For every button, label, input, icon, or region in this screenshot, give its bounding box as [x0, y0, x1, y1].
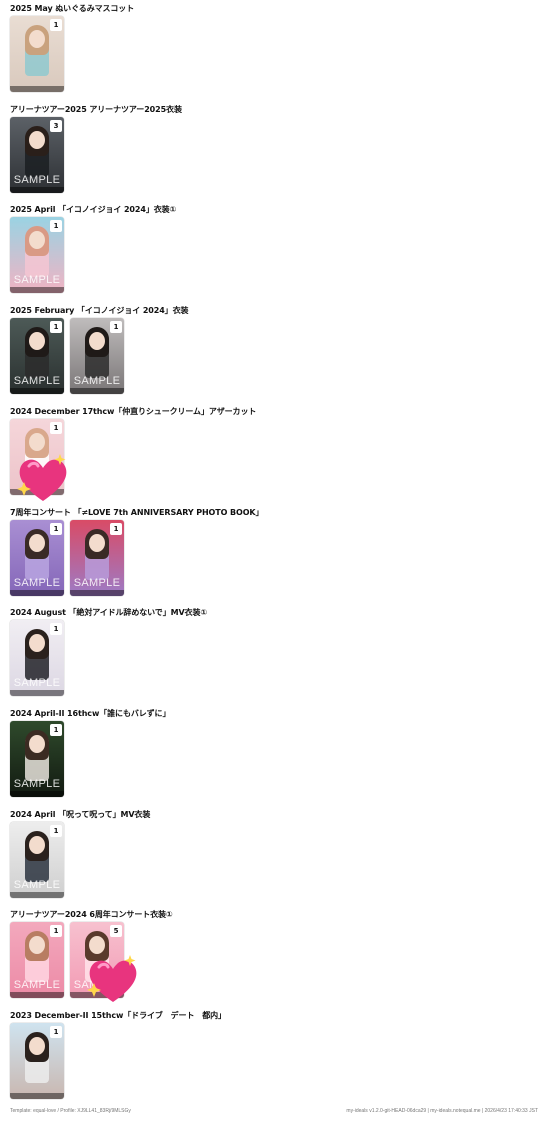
sample-watermark: SAMPLE — [13, 274, 61, 286]
sample-watermark: SAMPLE — [73, 577, 121, 589]
member-face — [29, 231, 45, 249]
member-name-strip — [10, 690, 64, 696]
sample-watermark: SAMPLE — [13, 677, 61, 689]
photo-card[interactable]: 1 — [10, 1023, 64, 1099]
member-name-strip — [70, 388, 124, 394]
quantity-badge: 1 — [50, 623, 62, 635]
quantity-badge: 1 — [50, 925, 62, 937]
quantity-badge: 5 — [110, 925, 122, 937]
collection-section: 2023 December-II 15thcw「ドライブ デート 都内」 1 — [10, 1010, 540, 1099]
photo-card[interactable]: SAMPLE 1 — [10, 922, 64, 998]
section-title: 2024 April-II 16thcw「誰にもバレずに」 — [10, 709, 171, 718]
collection-section: アリーナツアー2025 アリーナツアー2025衣装 SAMPLE 3 — [10, 104, 540, 193]
photo-card[interactable]: SAMPLE 1 — [10, 721, 64, 797]
member-face — [29, 534, 45, 552]
sample-watermark: SAMPLE — [13, 979, 61, 991]
photo-card[interactable]: SAMPLE 1 — [10, 620, 64, 696]
quantity-badge: 3 — [50, 120, 62, 132]
member-face — [89, 332, 105, 350]
member-face — [29, 735, 45, 753]
section-title: 2024 August 「絶対アイドル辞めないで」MV衣装① — [10, 608, 208, 617]
member-name-strip — [10, 992, 64, 998]
collection-section: 2024 April 「呪って呪って」MV衣装 SAMPLE 1 — [10, 809, 540, 898]
sample-watermark: SAMPLE — [13, 375, 61, 387]
section-title: 2025 May ぬいぐるみマスコット — [10, 4, 135, 13]
quantity-badge: 1 — [110, 321, 122, 333]
section-title: アリーナツアー2024 6周年コンサート衣装① — [10, 910, 173, 919]
member-face — [89, 534, 105, 552]
member-name-strip — [70, 590, 124, 596]
quantity-badge: 1 — [50, 422, 62, 434]
quantity-badge: 1 — [50, 19, 62, 31]
member-face — [29, 1037, 45, 1055]
collection-section: 2024 August 「絶対アイドル辞めないで」MV衣装① SAMPLE 1 — [10, 607, 540, 696]
photo-card[interactable]: 1 — [10, 16, 64, 92]
member-name-strip — [10, 287, 64, 293]
member-name-strip — [10, 86, 64, 92]
member-face — [29, 936, 45, 954]
footer-template-info: Template: equal-love / Profile: XJ9LL41_… — [10, 1108, 131, 1114]
quantity-badge: 1 — [50, 321, 62, 333]
photo-card[interactable]: SAMPLE 1 — [70, 318, 124, 394]
section-title: 2025 April 「イコノイジョイ 2024」衣装① — [10, 205, 177, 214]
member-face — [29, 634, 45, 652]
photo-card[interactable]: 1 — [10, 419, 64, 495]
member-face — [29, 30, 45, 48]
member-name-strip — [10, 892, 64, 898]
member-name-strip — [10, 388, 64, 394]
photo-card[interactable]: SAMPLE 1 — [10, 217, 64, 293]
sample-watermark: SAMPLE — [13, 577, 61, 589]
sample-watermark: SAMPLE — [13, 778, 61, 790]
collection-section: 7周年コンサート 「≠LOVE 7th ANNIVERSARY PHOTO BO… — [10, 507, 540, 596]
photo-card[interactable]: SAMPLE 1 — [10, 822, 64, 898]
collection-section: 2024 December 17thcw「仲直りシュークリーム」アザーカット 1 — [10, 406, 540, 495]
section-title: 2024 April 「呪って呪って」MV衣装 — [10, 810, 151, 819]
collection-section: 2025 May ぬいぐるみマスコット 1 — [10, 3, 540, 92]
member-name-strip — [70, 992, 124, 998]
photo-card[interactable]: SAMPLE 1 — [70, 520, 124, 596]
photo-card[interactable]: SAMPLE 1 — [10, 520, 64, 596]
sample-watermark: SAMPLE — [13, 879, 61, 891]
quantity-badge: 1 — [50, 825, 62, 837]
photo-card[interactable]: SAMPLE 3 — [10, 117, 64, 193]
member-face — [29, 836, 45, 854]
photo-card[interactable]: SAMPLE 5 — [70, 922, 124, 998]
sample-watermark: SAMPLE — [73, 979, 121, 991]
sample-watermark: SAMPLE — [73, 375, 121, 387]
member-name-strip — [10, 590, 64, 596]
collection-section: 2024 April-II 16thcw「誰にもバレずに」 SAMPLE 1 — [10, 708, 540, 797]
collection-section: 2025 April 「イコノイジョイ 2024」衣装① SAMPLE 1 — [10, 204, 540, 293]
section-title: 2024 December 17thcw「仲直りシュークリーム」アザーカット — [10, 407, 257, 416]
sparkle-icon — [124, 955, 136, 966]
member-name-strip — [10, 187, 64, 193]
member-face — [29, 433, 45, 451]
quantity-badge: 1 — [50, 1026, 62, 1038]
member-name-strip — [10, 1093, 64, 1099]
sample-watermark: SAMPLE — [13, 174, 61, 186]
quantity-badge: 1 — [50, 523, 62, 535]
member-face — [29, 332, 45, 350]
section-title: 2025 February 「イコノイジョイ 2024」衣装 — [10, 306, 189, 315]
quantity-badge: 1 — [110, 523, 122, 535]
photo-card[interactable]: SAMPLE 1 — [10, 318, 64, 394]
quantity-badge: 1 — [50, 724, 62, 736]
section-title: 2023 December-II 15thcw「ドライブ デート 都内」 — [10, 1011, 226, 1020]
member-name-strip — [10, 791, 64, 797]
member-face — [89, 936, 105, 954]
footer-version-info: my-ideals v1.2.0-git-HEAD-06dca29 | my-i… — [346, 1108, 538, 1114]
quantity-badge: 1 — [50, 220, 62, 232]
member-face — [29, 131, 45, 149]
section-title: アリーナツアー2025 アリーナツアー2025衣装 — [10, 105, 182, 114]
section-title: 7周年コンサート 「≠LOVE 7th ANNIVERSARY PHOTO BO… — [10, 508, 264, 517]
collection-section: 2025 February 「イコノイジョイ 2024」衣装 SAMPLE 1 SAM… — [10, 305, 540, 394]
collection-section: アリーナツアー2024 6周年コンサート衣装① SAMPLE 1 SAMPLE 5 — [10, 909, 540, 998]
member-name-strip — [10, 489, 64, 495]
